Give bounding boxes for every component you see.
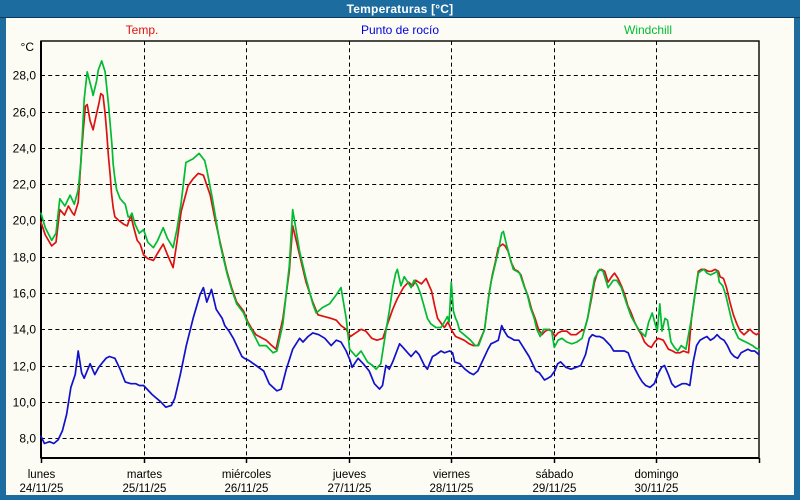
- x-axis-date-label: 30/11/25: [635, 483, 679, 495]
- window-title: Temperaturas [°C]: [347, 2, 454, 16]
- x-axis-day-label: miércoles: [222, 469, 271, 481]
- y-axis-tick-label: 14,0: [13, 323, 37, 337]
- y-axis-tick-label: 22,0: [13, 178, 37, 192]
- x-axis-date-label: 25/11/25: [123, 483, 167, 495]
- y-axis-tick-label: 16,0: [13, 287, 37, 301]
- y-axis-tick-label: 18,0: [13, 251, 37, 265]
- plot-frame: [41, 41, 759, 458]
- x-axis-day-label: lunes: [28, 469, 56, 481]
- app-window: Temperaturas [°C] Temp. Punto de rocío W…: [0, 0, 800, 500]
- y-axis-tick-label: 20,0: [13, 214, 37, 228]
- x-axis-day-label: jueves: [332, 469, 366, 481]
- y-axis-tick-label: 12,0: [13, 360, 37, 374]
- x-axis-date-label: 28/11/25: [430, 483, 474, 495]
- y-axis-unit-label: °C: [21, 40, 35, 54]
- x-axis-date-label: 29/11/25: [533, 483, 577, 495]
- window-body: Temp. Punto de rocío Windchill 8,010,012…: [6, 18, 794, 495]
- series-dewpoint-line: [41, 288, 759, 444]
- chart-canvas: 8,0 10,0 12,0 14,0 16,0 18,0 20,0 22,0 24,0 26,0 2…: [6, 18, 794, 495]
- x-axis-day-label: viernes: [433, 469, 470, 481]
- x-axis-day-label: domingo: [634, 469, 678, 481]
- y-axis-tick-label: 10,0: [13, 396, 37, 410]
- x-axis-day-label: sábado: [536, 469, 574, 481]
- title-bar[interactable]: Temperaturas [°C]: [0, 0, 800, 18]
- x-axis-date-label: 26/11/25: [225, 483, 269, 495]
- y-axis-tick-label: 26,0: [13, 106, 37, 120]
- x-axis-date-label: 27/11/25: [328, 483, 372, 495]
- y-axis-tick-label: 24,0: [13, 142, 37, 156]
- x-axis-day-label: martes: [127, 469, 162, 481]
- series-windchill-line: [41, 61, 759, 369]
- y-axis-tick-label: 8,0: [19, 432, 36, 446]
- y-axis-tick-label: 28,0: [13, 69, 37, 83]
- x-axis-date-label: 24/11/25: [20, 483, 64, 495]
